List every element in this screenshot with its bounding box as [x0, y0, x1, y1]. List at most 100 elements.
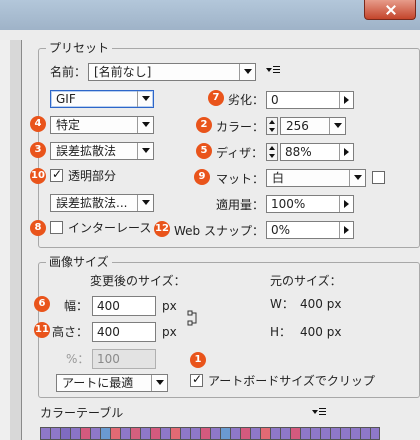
- color-table-swatch[interactable]: [41, 428, 51, 439]
- lossy-value: 0: [271, 93, 279, 107]
- lossy-field[interactable]: 0: [266, 91, 354, 109]
- color-table-swatch[interactable]: [301, 428, 311, 439]
- chevron-down-icon: [329, 118, 345, 134]
- color-table-swatch[interactable]: [51, 428, 61, 439]
- format-dropdown[interactable]: GIF: [50, 90, 154, 108]
- dither-field[interactable]: 88%: [280, 143, 354, 161]
- amount-value: 100%: [271, 197, 306, 211]
- transparency-checkbox[interactable]: [50, 167, 63, 182]
- color-table-swatch[interactable]: [211, 428, 221, 439]
- color-table-swatch[interactable]: [231, 428, 241, 439]
- color-table-title: カラーテーブル: [40, 406, 124, 420]
- matte-value: 白: [272, 171, 285, 185]
- callout-badge-11: 11: [34, 322, 50, 338]
- chevron-right-icon[interactable]: [339, 222, 353, 238]
- color-table-swatch[interactable]: [271, 428, 281, 439]
- colors-label: カラー：: [216, 120, 265, 134]
- art-optimize-dropdown[interactable]: アートに最適: [56, 374, 168, 392]
- color-table-swatch[interactable]: [321, 428, 331, 439]
- window-close-button[interactable]: [364, 0, 416, 20]
- color-table-swatch[interactable]: [141, 428, 151, 439]
- color-table-swatch[interactable]: [91, 428, 101, 439]
- width-input[interactable]: 400: [92, 296, 156, 316]
- colors-stepper[interactable]: [266, 117, 278, 135]
- color-table-swatch[interactable]: [291, 428, 301, 439]
- preset-menu-icon[interactable]: [266, 66, 280, 76]
- orig-width-value: 400 px: [300, 297, 342, 311]
- chevron-right-icon[interactable]: [339, 144, 353, 160]
- colors-value: 256: [286, 119, 309, 133]
- orig-height-value: 400 px: [300, 325, 342, 339]
- original-size-label: 元のサイズ：: [270, 274, 342, 288]
- interlace-label: インターレース: [68, 221, 152, 235]
- colors-dropdown[interactable]: 256: [280, 117, 346, 135]
- color-table-swatch[interactable]: [241, 428, 251, 439]
- color-table-swatch[interactable]: [171, 428, 181, 439]
- color-table-swatch[interactable]: [81, 428, 91, 439]
- reduction-value: 特定: [56, 118, 81, 132]
- callout-badge-4: 4: [30, 116, 46, 132]
- chevron-down-icon: [239, 64, 255, 80]
- lossy-label: 劣化：: [228, 93, 265, 107]
- dither-stepper[interactable]: [266, 143, 278, 161]
- reduction-dropdown[interactable]: 特定: [50, 116, 154, 134]
- color-table-swatch[interactable]: [281, 428, 291, 439]
- chevron-right-icon[interactable]: [339, 92, 353, 108]
- color-table-swatch[interactable]: [311, 428, 321, 439]
- matte-dropdown[interactable]: 白: [266, 169, 366, 187]
- color-table-swatch[interactable]: [181, 428, 191, 439]
- websnap-field[interactable]: 0%: [266, 221, 354, 239]
- interlace-checkbox[interactable]: [50, 221, 63, 234]
- format-value: GIF: [56, 92, 76, 106]
- color-table-swatch[interactable]: [221, 428, 231, 439]
- callout-badge-8: 8: [30, 220, 46, 236]
- chevron-down-icon: [349, 170, 365, 186]
- clip-to-artboard-checkbox[interactable]: [190, 372, 203, 387]
- clip-to-artboard-label: アートボードサイズでクリップ: [208, 374, 375, 388]
- color-table-swatch[interactable]: [201, 428, 211, 439]
- websnap-label: Web スナップ：: [174, 224, 264, 238]
- color-table-swatch[interactable]: [71, 428, 81, 439]
- color-table-menu-icon[interactable]: [312, 408, 326, 418]
- color-table-swatch[interactable]: [191, 428, 201, 439]
- constrain-proportions-icon[interactable]: [186, 310, 198, 326]
- chevron-down-icon: [137, 195, 153, 211]
- color-table-swatch[interactable]: [61, 428, 71, 439]
- color-table-swatch[interactable]: [131, 428, 141, 439]
- color-table-swatch[interactable]: [361, 428, 371, 439]
- chevron-down-icon: [137, 143, 153, 159]
- dither-value: 88%: [285, 145, 312, 159]
- preset-name-dropdown[interactable]: [名前なし]: [88, 63, 256, 81]
- callout-badge-10: 10: [30, 168, 46, 184]
- matte-label: マット：: [216, 172, 265, 186]
- width-value: 400: [97, 299, 120, 313]
- dither-method-dropdown[interactable]: 誤差拡散法: [50, 142, 154, 160]
- color-table-swatch[interactable]: [371, 428, 379, 439]
- orig-height-label: H：: [270, 325, 292, 339]
- callout-badge-1: 1: [190, 352, 206, 368]
- color-table-swatch[interactable]: [331, 428, 341, 439]
- matte-color-swatch[interactable]: [372, 171, 385, 184]
- color-table-swatch[interactable]: [251, 428, 261, 439]
- width-label: 幅：: [64, 299, 89, 313]
- height-input[interactable]: 400: [92, 322, 156, 342]
- height-value: 400: [97, 325, 120, 339]
- percent-input: 100: [92, 349, 156, 369]
- color-table-swatch[interactable]: [151, 428, 161, 439]
- chevron-right-icon[interactable]: [339, 196, 353, 212]
- callout-badge-3: 3: [30, 142, 46, 158]
- color-table-swatch[interactable]: [161, 428, 171, 439]
- websnap-value: 0%: [271, 223, 291, 237]
- color-table-swatch[interactable]: [111, 428, 121, 439]
- amount-field[interactable]: 100%: [266, 195, 354, 213]
- color-table-swatch[interactable]: [121, 428, 131, 439]
- color-table-swatch[interactable]: [101, 428, 111, 439]
- transparency-dither-dropdown[interactable]: 誤差拡散法...: [50, 194, 154, 212]
- color-table-swatch[interactable]: [341, 428, 351, 439]
- image-size-group-title: 画像サイズ: [46, 255, 112, 269]
- color-table-swatch[interactable]: [261, 428, 271, 439]
- window-titlebar: [0, 0, 420, 30]
- color-table-swatch[interactable]: [351, 428, 361, 439]
- height-unit: px: [162, 325, 177, 339]
- transparency-label: 透明部分: [68, 169, 117, 183]
